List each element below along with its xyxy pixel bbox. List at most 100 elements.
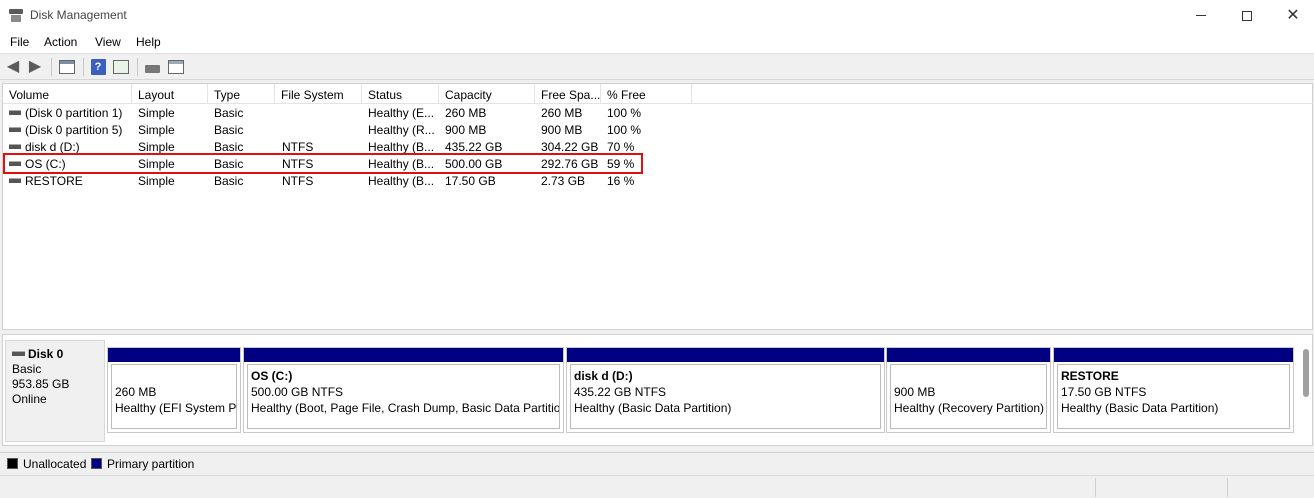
rescan-disks-button[interactable]: [144, 59, 160, 75]
partition-size: 500.00 GB NTFS: [251, 385, 344, 399]
toolbar-separator: [137, 58, 138, 76]
help-button[interactable]: ?: [90, 59, 106, 75]
partition-recovery[interactable]: 900 MB Healthy (Recovery Partition): [886, 347, 1051, 433]
cell-text: Healthy (E...: [368, 106, 435, 120]
partition-bar: [887, 348, 1050, 362]
cell-text: (Disk 0 partition 5): [25, 123, 123, 137]
minimize-button[interactable]: [1178, 0, 1224, 31]
cell-text: 70 %: [607, 140, 635, 154]
disk-state: Online: [12, 392, 47, 406]
column-file-system[interactable]: File System: [275, 84, 362, 104]
volume-icon: [9, 127, 21, 133]
partition-status: Healthy (Basic Data Partition): [1061, 401, 1219, 415]
cell-status: Healthy (B...: [368, 174, 434, 188]
partition-status: Healthy (Basic Data Partition): [574, 401, 732, 415]
back-button[interactable]: ◀: [4, 59, 22, 75]
partition-restore[interactable]: RESTORE 17.50 GB NTFS Healthy (Basic Data …: [1053, 347, 1294, 433]
cell-text: Basic: [214, 123, 244, 137]
menu-file[interactable]: File: [10, 35, 29, 49]
console-tree-icon: [113, 60, 129, 74]
menu-help[interactable]: Help: [136, 35, 161, 49]
primary-partition-swatch: [91, 458, 102, 469]
console-tree-button[interactable]: [112, 59, 130, 75]
cell-volume: RESTORE: [9, 174, 83, 188]
maximize-button[interactable]: [1224, 0, 1270, 31]
cell-text: Simple: [138, 123, 175, 137]
column-volume[interactable]: Volume: [3, 84, 132, 104]
disk-management-icon: [9, 9, 23, 22]
cell-text: 435.22 GB: [445, 140, 503, 154]
disk-icon: [12, 350, 25, 356]
cell-volume: disk d (D:): [9, 140, 80, 154]
disk-info[interactable]: Disk 0 Basic 953.85 GB Online: [5, 340, 105, 442]
volume-icon: [9, 110, 21, 116]
table-row[interactable]: (Disk 0 partition 1) Simple Basic Healthy (…: [3, 105, 1314, 122]
partition-bar: [1054, 348, 1293, 362]
cell-text: 100 %: [607, 123, 642, 137]
column-free-space[interactable]: Free Spa...: [535, 84, 601, 104]
partition-status: Healthy (Recovery Partition): [894, 401, 1045, 415]
cell-volume: (Disk 0 partition 1): [9, 106, 122, 120]
partition-size: 900 MB: [894, 385, 936, 399]
properties-icon: [59, 60, 75, 74]
partition-status: Healthy (EFI System Pa: [115, 401, 237, 415]
cell-pct: 16 %: [607, 174, 634, 188]
maximize-icon: [1242, 10, 1252, 21]
cell-status: Healthy (R...: [368, 123, 435, 137]
disk-name: Disk 0: [28, 347, 64, 361]
vertical-scrollbar[interactable]: [1303, 349, 1309, 397]
cell-text: NTFS: [282, 174, 314, 188]
cell-text: Healthy (B...: [368, 174, 435, 188]
partition-disk-d[interactable]: disk d (D:) 435.22 GB NTFS Healthy (Basic …: [566, 347, 885, 433]
cell-text: 900 MB: [445, 123, 487, 137]
disk-size: 953.85 GB: [12, 377, 70, 391]
cell-type: Basic: [214, 106, 243, 120]
volume-list-icon: [168, 60, 184, 74]
partition-os[interactable]: OS (C:) 500.00 GB NTFS Healthy (Boot, Page…: [243, 347, 564, 433]
menu-action[interactable]: Action: [44, 35, 77, 49]
cell-text: Basic: [214, 174, 244, 188]
column-percent-free[interactable]: % Free: [601, 84, 692, 104]
partition-name: OS (C:): [251, 369, 293, 383]
column-type[interactable]: Type: [208, 84, 275, 104]
cell-text: Basic: [214, 106, 244, 120]
disk-icon: [144, 65, 160, 73]
cell-text: 260 MB: [541, 106, 583, 120]
back-arrow-icon: ◀: [6, 58, 20, 75]
cell-type: Basic: [214, 140, 243, 154]
cell-text: disk d (D:): [25, 140, 80, 154]
cell-text: 100 %: [607, 106, 642, 120]
close-button[interactable]: ✕: [1270, 0, 1314, 31]
cell-pct: 70 %: [607, 140, 634, 154]
cell-volume: (Disk 0 partition 5): [9, 123, 122, 137]
disk-type: Basic: [12, 362, 42, 376]
partition-efi[interactable]: 260 MB Healthy (EFI System Pa: [107, 347, 241, 433]
forward-button[interactable]: ▶: [26, 59, 44, 75]
partition-size: 17.50 GB NTFS: [1061, 385, 1147, 399]
disk-graphical-view: Disk 0 Basic 953.85 GB Online 260 MB Heal…: [2, 334, 1313, 446]
table-row[interactable]: (Disk 0 partition 5) Simple Basic Healthy (…: [3, 122, 1314, 139]
partition-bar: [244, 348, 563, 362]
cell-pct: 100 %: [607, 106, 641, 120]
title-bar: Disk Management ✕: [0, 0, 1314, 31]
column-capacity[interactable]: Capacity: [439, 84, 535, 104]
menu-view[interactable]: View: [95, 35, 121, 49]
table-row[interactable]: RESTORE Simple Basic NTFS Healthy (B... 17.50…: [3, 173, 1314, 190]
cell-layout: Simple: [138, 174, 175, 188]
cell-text: 17.50 GB: [445, 174, 496, 188]
cell-text: Simple: [138, 174, 175, 188]
cell-text: RESTORE: [25, 174, 83, 188]
cell-text: NTFS: [282, 140, 314, 154]
cell-text: 304.22 GB: [541, 140, 599, 154]
properties-button[interactable]: [58, 59, 76, 75]
menu-bar: File Action View Help: [0, 31, 1314, 53]
column-status[interactable]: Status: [362, 84, 439, 104]
column-layout[interactable]: Layout: [132, 84, 208, 104]
cell-free: 304.22 GB: [541, 140, 598, 154]
cell-text: 900 MB: [541, 123, 583, 137]
volume-list-button[interactable]: [167, 59, 185, 75]
volume-list[interactable]: Volume Layout Type File System Status Ca…: [2, 83, 1314, 330]
forward-arrow-icon: ▶: [28, 58, 42, 75]
highlight-box: [3, 153, 643, 174]
partition-size: 260 MB: [115, 385, 157, 399]
